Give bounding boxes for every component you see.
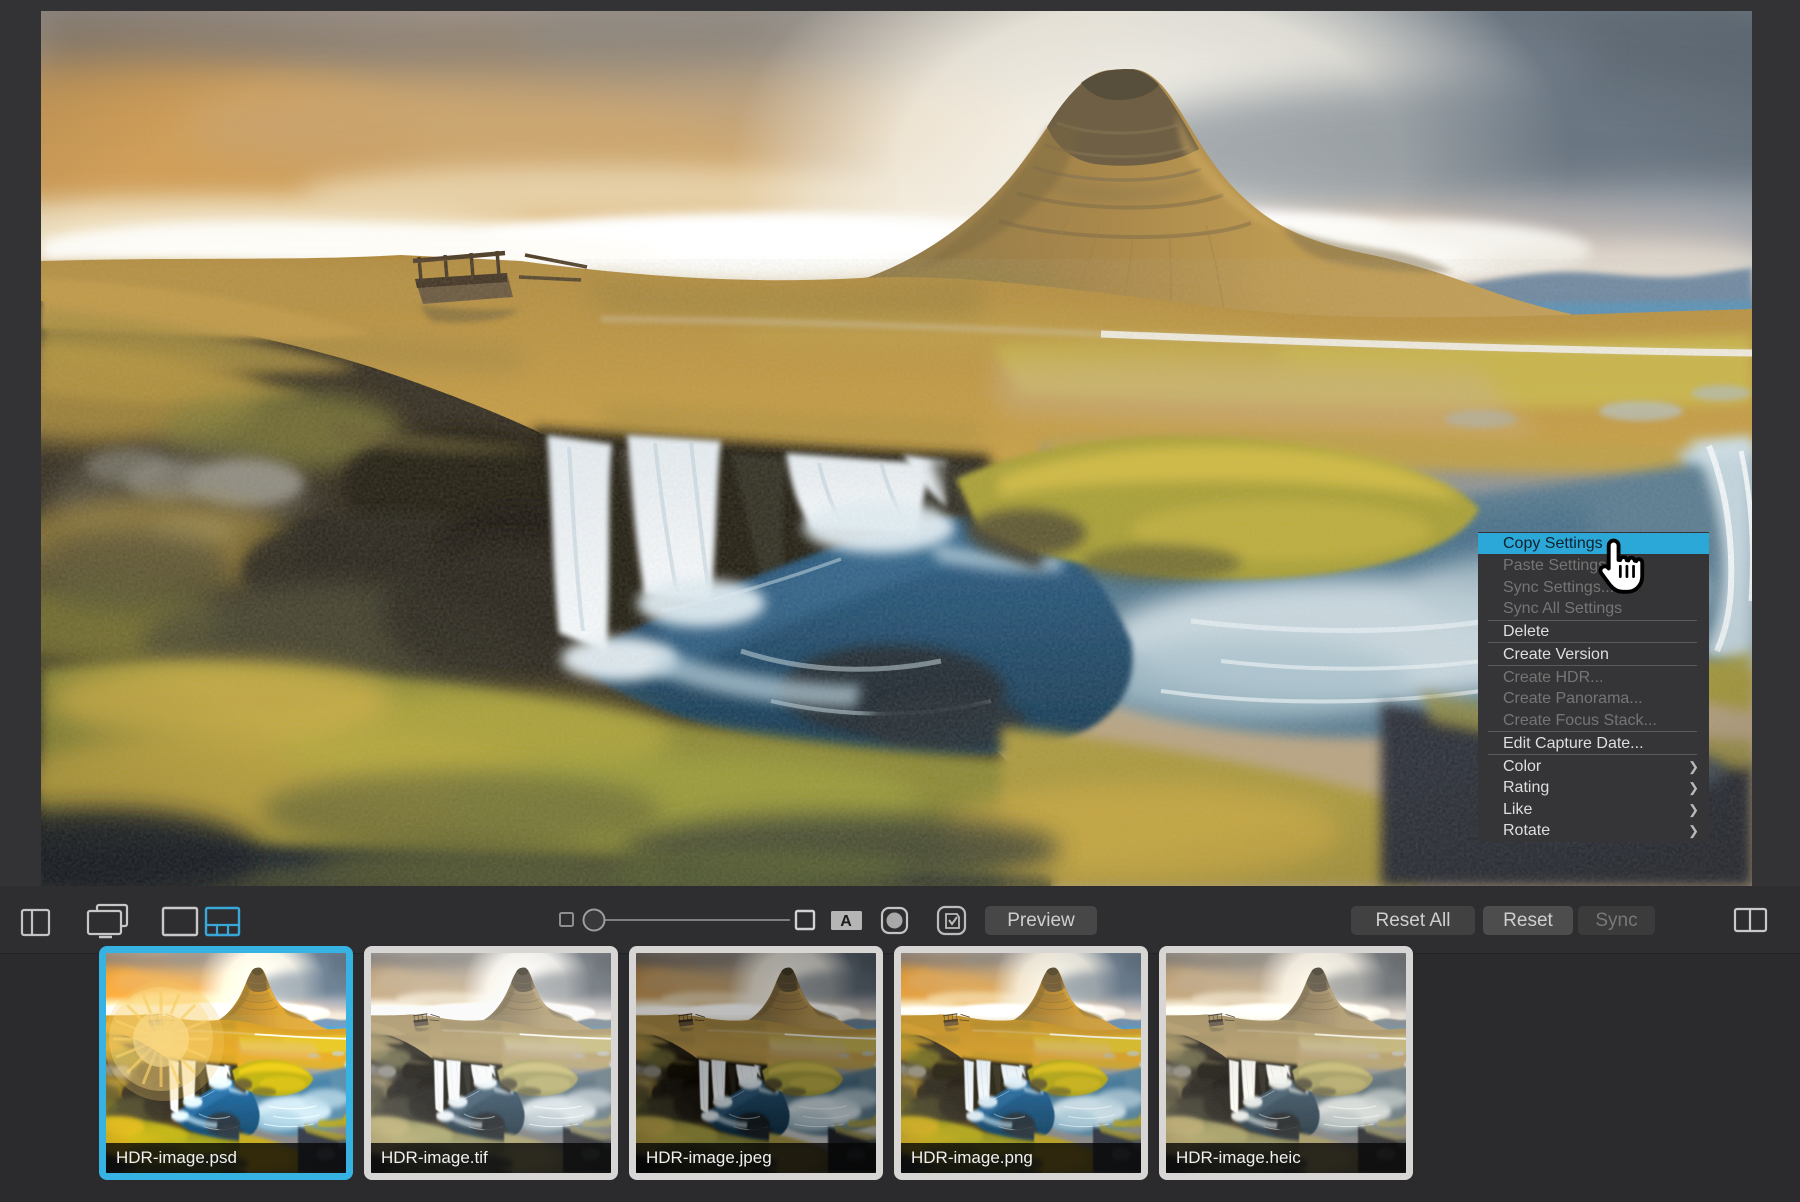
svg-text:A: A bbox=[840, 913, 852, 930]
